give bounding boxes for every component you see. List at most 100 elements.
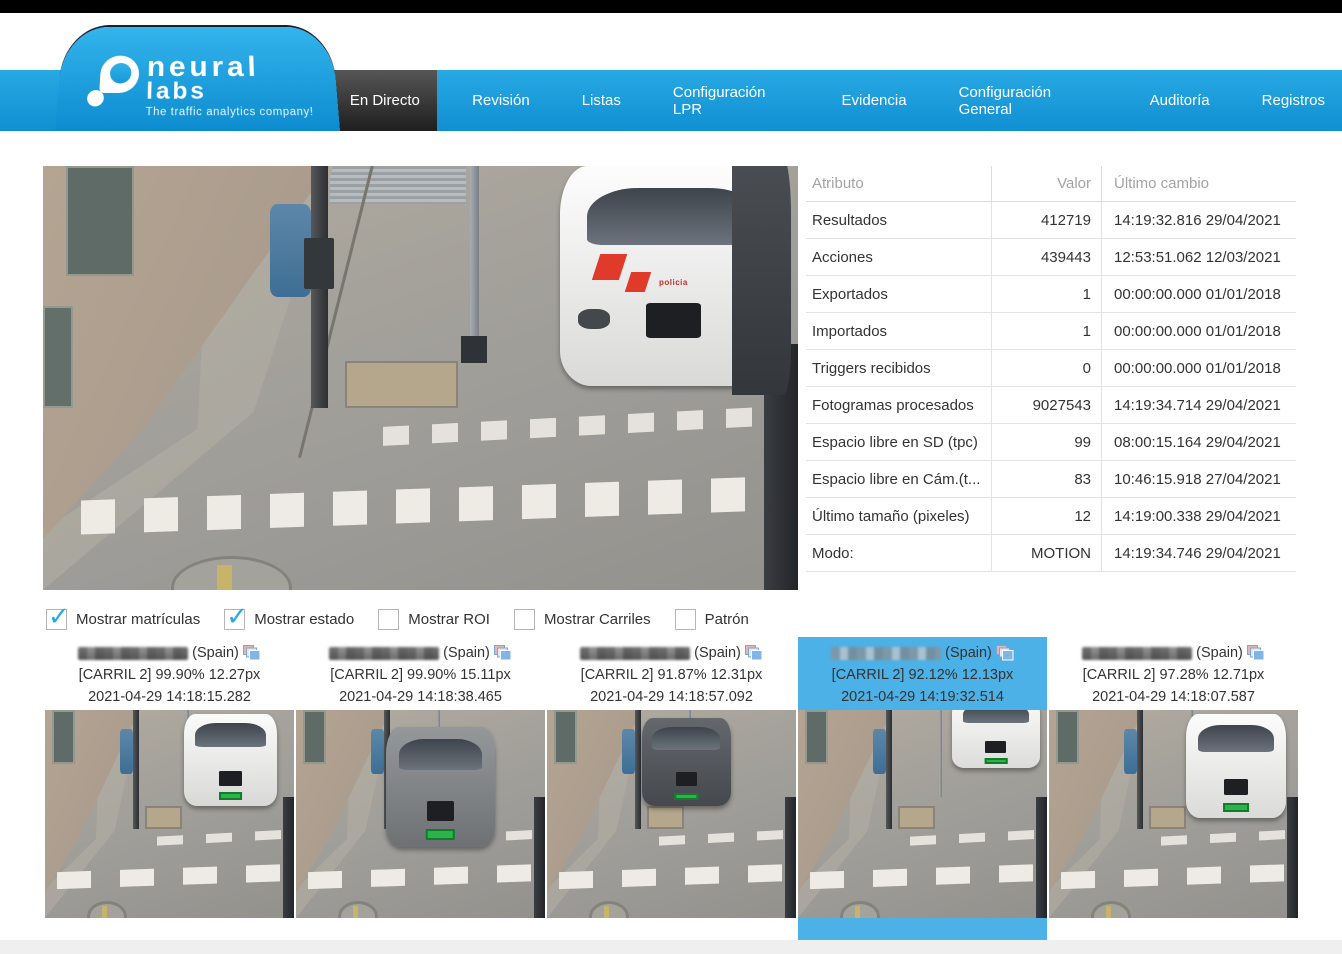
copy-icon[interactable] bbox=[494, 645, 512, 661]
live-camera-view: policia bbox=[43, 166, 798, 590]
checkbox[interactable]: ✓ bbox=[46, 609, 67, 630]
scene-moto-stem bbox=[102, 906, 107, 918]
scene-crosswalk-near bbox=[559, 864, 796, 889]
scene-moto-mirror bbox=[171, 556, 292, 590]
display-filters: ✓ Mostrar matrículas ✓ Mostrar estado Mo… bbox=[46, 608, 1342, 630]
cell-value: 83 bbox=[991, 461, 1101, 497]
scene-trash-bin bbox=[120, 729, 134, 775]
logo-word-labs: labs bbox=[146, 78, 207, 106]
detection-thumbnail[interactable] bbox=[547, 710, 796, 918]
scene-moto-stem bbox=[1106, 906, 1111, 918]
detection-card-header: (Spain) [CARRIL 2] 97.28% 12.71px 2021-0… bbox=[1049, 637, 1298, 710]
nav-item-2[interactable]: Listas bbox=[565, 70, 638, 131]
thumb-scene bbox=[45, 710, 294, 918]
plate-line: (Spain) bbox=[547, 642, 796, 664]
checkbox[interactable] bbox=[675, 609, 696, 630]
table-row: Triggers recibidos 0 00:00:00.000 01/01/… bbox=[806, 350, 1296, 387]
detection-card[interactable]: (Spain) [CARRIL 2] 99.90% 12.27px 2021-0… bbox=[45, 637, 294, 918]
logo-inner: neural labs The traffic analytics compan… bbox=[83, 52, 329, 127]
plate-line: (Spain) bbox=[798, 642, 1047, 664]
filter-checkbox[interactable]: Patrón bbox=[675, 609, 749, 630]
check-icon: ✓ bbox=[48, 601, 70, 632]
cell-attribute: Último tamaño (pixeles) bbox=[806, 508, 991, 525]
thumb-scene bbox=[296, 710, 545, 918]
tab-en-directo[interactable]: En Directo bbox=[333, 70, 438, 131]
scene-pole-foot bbox=[461, 336, 487, 364]
footer-bar bbox=[0, 940, 1342, 954]
copy-icon[interactable] bbox=[1247, 645, 1265, 661]
table-row: Importados 1 00:00:00.000 01/01/2018 bbox=[806, 313, 1296, 350]
lane-confidence-info: [CARRIL 2] 99.90% 12.27px bbox=[45, 664, 294, 686]
nav-item-4[interactable]: Evidencia bbox=[825, 70, 924, 131]
car-grille bbox=[1224, 779, 1248, 796]
scene-pole bbox=[1137, 710, 1142, 829]
car-grille bbox=[985, 741, 1006, 752]
scene-dark-object bbox=[283, 797, 294, 918]
scene-crosswalk-near bbox=[1061, 864, 1298, 889]
scene-window bbox=[303, 710, 325, 764]
cell-last-change: 00:00:00.000 01/01/2018 bbox=[1101, 276, 1296, 312]
neural-labs-logo: neural labs The traffic analytics compan… bbox=[55, 27, 340, 131]
filter-checkbox[interactable]: Mostrar ROI bbox=[378, 609, 490, 630]
detection-card[interactable]: (Spain) [CARRIL 2] 97.28% 12.71px 2021-0… bbox=[1049, 637, 1298, 918]
plate-highlight bbox=[985, 758, 1008, 764]
car-windshield bbox=[1198, 725, 1274, 752]
table-row: Resultados 412719 14:19:32.816 29/04/202… bbox=[806, 202, 1296, 239]
detection-card[interactable]: (Spain) [CARRIL 2] 92.12% 12.13px 2021-0… bbox=[798, 637, 1047, 940]
detection-card[interactable]: (Spain) [CARRIL 2] 99.90% 15.11px 2021-0… bbox=[296, 637, 545, 918]
plate-line: (Spain) bbox=[1049, 642, 1298, 664]
detection-thumbnail[interactable] bbox=[296, 710, 545, 918]
table-row: Espacio libre en Cám.(t... 83 10:46:15.9… bbox=[806, 461, 1296, 498]
checkbox[interactable] bbox=[514, 609, 535, 630]
scene-detected-car bbox=[184, 714, 276, 806]
scene-window bbox=[1056, 710, 1078, 764]
scene-moto-mirror bbox=[840, 901, 880, 918]
cell-last-change: 14:19:34.714 29/04/2021 bbox=[1101, 387, 1296, 423]
filter-checkbox[interactable]: ✓ Mostrar matrículas bbox=[46, 609, 200, 630]
checkbox-label: Mostrar estado bbox=[254, 611, 354, 628]
car-grille bbox=[646, 303, 700, 338]
blurred-plate bbox=[329, 647, 439, 660]
filter-checkbox[interactable]: Mostrar Carriles bbox=[514, 609, 651, 630]
nav-item-7[interactable]: Registros bbox=[1245, 70, 1342, 131]
detection-card-header: (Spain) [CARRIL 2] 92.12% 12.13px 2021-0… bbox=[798, 637, 1047, 710]
cell-value: 12 bbox=[991, 498, 1101, 534]
scene-detected-car bbox=[642, 718, 732, 805]
nav-item-6[interactable]: Auditoría bbox=[1133, 70, 1227, 131]
copy-icon[interactable] bbox=[745, 645, 763, 661]
thumb-scene bbox=[547, 710, 796, 918]
lane-confidence-info: [CARRIL 2] 99.90% 15.11px bbox=[296, 664, 545, 686]
cell-last-change: 00:00:00.000 01/01/2018 bbox=[1101, 350, 1296, 386]
nav-item-5[interactable]: Configuración General bbox=[942, 70, 1115, 131]
col-header-valor: Valor bbox=[991, 166, 1101, 201]
checkbox[interactable] bbox=[378, 609, 399, 630]
detection-card[interactable]: (Spain) [CARRIL 2] 91.87% 12.31px 2021-0… bbox=[547, 637, 796, 918]
copy-icon[interactable] bbox=[996, 645, 1014, 661]
nav-item-1[interactable]: Revisión bbox=[455, 70, 547, 131]
copy-icon[interactable] bbox=[243, 645, 261, 661]
filter-checkbox[interactable]: ✓ Mostrar estado bbox=[224, 609, 354, 630]
detection-thumbnail[interactable] bbox=[798, 710, 1047, 918]
scene-detected-car bbox=[386, 727, 496, 848]
checkbox[interactable]: ✓ bbox=[224, 609, 245, 630]
attributes-table: Atributo Valor Último cambio Resultados … bbox=[806, 166, 1296, 590]
scene-window bbox=[52, 710, 74, 764]
detection-timestamp: 2021-04-29 14:18:07.587 bbox=[1049, 686, 1298, 708]
checkbox-label: Mostrar ROI bbox=[408, 611, 490, 628]
plate-country: (Spain) bbox=[945, 642, 992, 664]
logo-dot bbox=[87, 90, 105, 106]
cell-attribute: Exportados bbox=[806, 286, 991, 303]
scene-dark-object bbox=[1287, 797, 1298, 918]
logo-tagline: The traffic analytics company! bbox=[145, 106, 314, 118]
scene-tree-pit bbox=[647, 806, 684, 829]
detection-thumbnail[interactable] bbox=[1049, 710, 1298, 918]
cell-attribute: Fotogramas procesados bbox=[806, 397, 991, 414]
scene-crosswalk-near bbox=[57, 864, 294, 889]
detection-thumbnail[interactable] bbox=[45, 710, 294, 918]
checkbox-label: Mostrar Carriles bbox=[544, 611, 651, 628]
lane-confidence-info: [CARRIL 2] 91.87% 12.31px bbox=[547, 664, 796, 686]
nav-item-3[interactable]: Configuración LPR bbox=[656, 70, 807, 131]
cell-value: 1 bbox=[991, 313, 1101, 349]
scene-window bbox=[805, 710, 827, 764]
scene-dark-object bbox=[785, 797, 796, 918]
